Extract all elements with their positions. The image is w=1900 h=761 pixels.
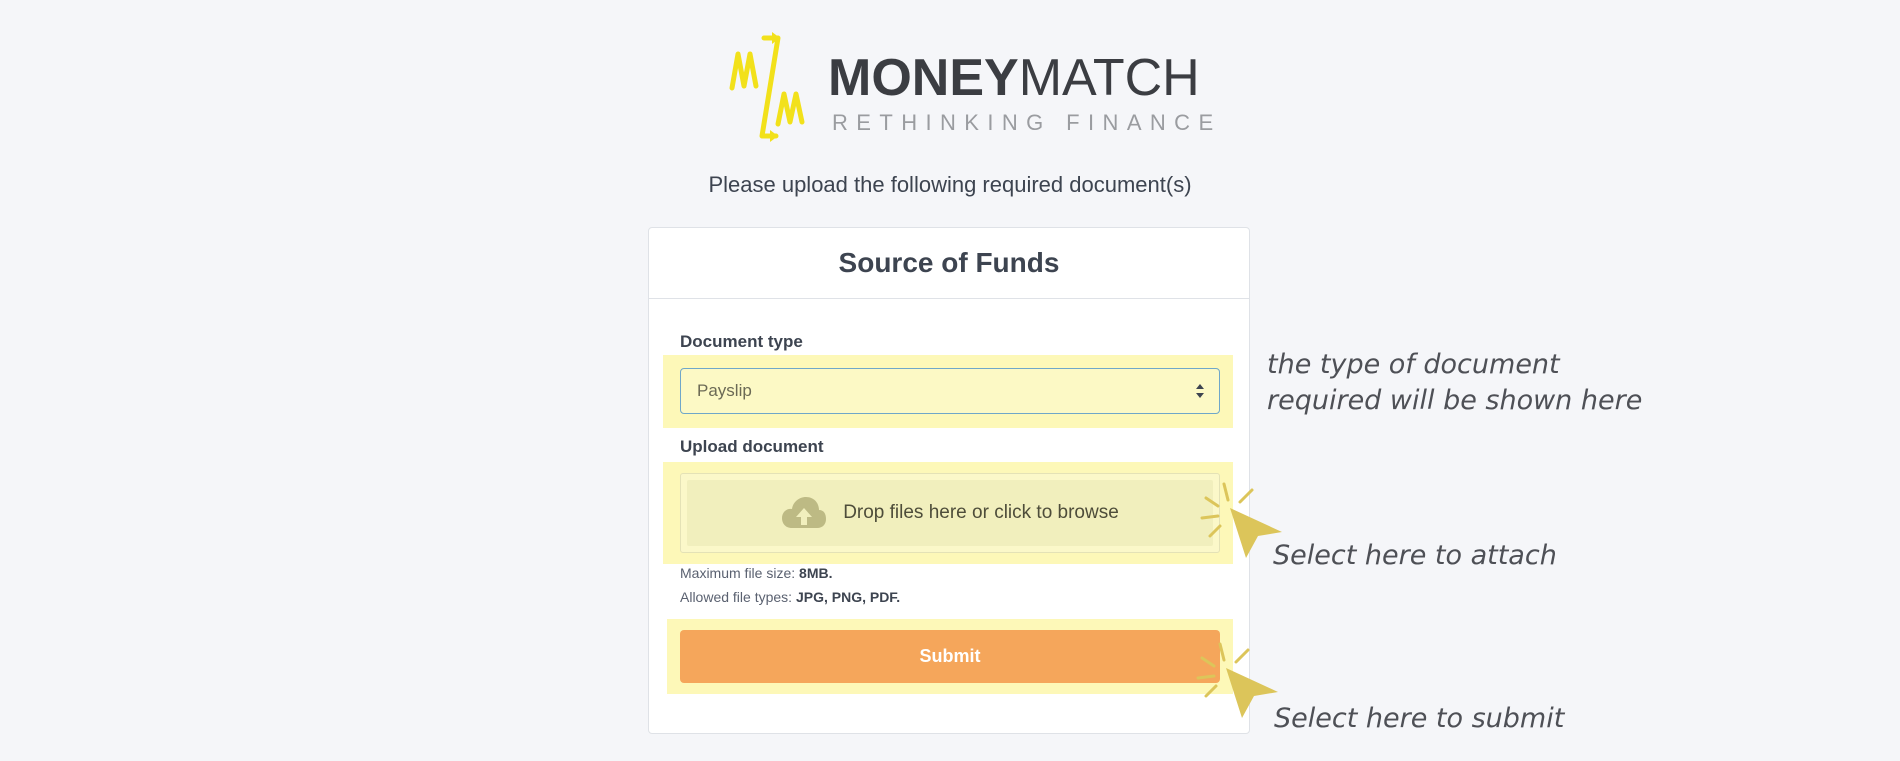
submit-button[interactable]: Submit bbox=[680, 630, 1220, 683]
moneymatch-logo: MONEYMATCH RETHINKING FINANCE bbox=[728, 32, 1213, 144]
logo-mark-icon bbox=[729, 32, 805, 142]
document-type-select[interactable]: Payslip bbox=[680, 368, 1220, 414]
dropzone-text: Drop files here or click to browse bbox=[843, 502, 1119, 523]
max-file-size-value: 8MB. bbox=[799, 565, 833, 581]
cloud-upload-icon bbox=[782, 497, 827, 528]
click-cursor-icon bbox=[1196, 642, 1278, 718]
sort-arrows-icon bbox=[1196, 384, 1204, 398]
document-type-value: Payslip bbox=[697, 381, 752, 400]
upload-instruction: Please upload the following required doc… bbox=[708, 172, 1192, 197]
allowed-file-types-value: JPG, PNG, PDF. bbox=[795, 589, 901, 605]
annotation-document-type-line1: the type of document bbox=[1267, 349, 1560, 380]
annotation-document-type: the type of document required will be sh… bbox=[1267, 347, 1642, 419]
card-title: Source of Funds bbox=[649, 228, 1249, 299]
upload-dropzone[interactable]: Drop files here or click to browse bbox=[687, 480, 1213, 546]
document-type-label: Document type bbox=[680, 332, 803, 351]
logo-tagline: RETHINKING FINANCE bbox=[832, 110, 1222, 135]
upload-dropzone-frame: Drop files here or click to browse bbox=[680, 473, 1220, 553]
max-file-size-label: Maximum file size: bbox=[680, 565, 796, 581]
allowed-file-types-label: Allowed file types: bbox=[680, 589, 793, 605]
annotation-submit: Select here to submit bbox=[1274, 703, 1565, 734]
upload-card: Source of Funds Document type Payslip Up… bbox=[648, 227, 1250, 734]
upload-document-label: Upload document bbox=[680, 437, 824, 456]
page: MONEYMATCH RETHINKING FINANCE Please upl… bbox=[0, 0, 1900, 761]
allowed-file-types: Allowed file types: JPG, PNG, PDF. bbox=[680, 589, 900, 605]
max-file-size: Maximum file size: 8MB. bbox=[680, 565, 832, 581]
annotation-document-type-line2: required will be shown here bbox=[1267, 385, 1643, 416]
logo-wordmark: MONEYMATCH bbox=[828, 49, 1200, 107]
annotation-attach: Select here to attach bbox=[1273, 540, 1557, 571]
